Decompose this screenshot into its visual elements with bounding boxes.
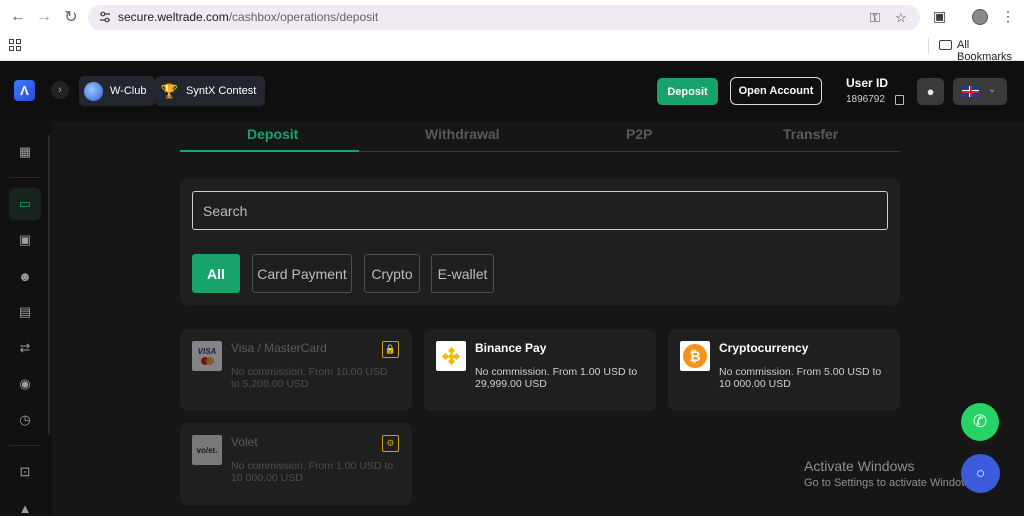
weltrade-logo[interactable]: Λ [14,80,35,101]
history-icon[interactable]: ◷ [9,404,41,436]
user-id-value: 1896792 [846,94,885,105]
lock-icon: 🔒 [382,341,399,358]
cards-icon[interactable]: ▤ [9,296,41,328]
gear-badge-icon: ⚙ [382,435,399,452]
method-description: No commission. From 10.00 USD to 5,200.0… [231,366,388,390]
apps-grid-icon[interactable] [9,39,21,51]
method-description: No commission. From 1.00 USD to 10 000.0… [231,460,394,484]
sidebar: ▦ ▭ ▣ ☻ ▤ ⇄ ◉ ◷ ⊡ ▲ [0,121,52,516]
all-bookmarks-link[interactable]: All Bookmarks [957,39,1024,63]
deposit-icon[interactable]: ▭ [9,188,41,220]
chevron-down-icon: ⌄ [988,84,997,95]
whatsapp-button[interactable]: ✆ [961,403,999,441]
partners-icon[interactable]: ☻ [9,260,41,292]
activate-windows-subtitle: Go to Settings to activate Windows. [804,477,978,489]
chat-support-button[interactable]: ○ [961,454,1000,493]
wclub-button[interactable]: W-Club [79,76,156,106]
binance-logo [436,341,466,371]
active-tab-indicator [180,150,359,152]
password-key-icon[interactable]: ⚿ [870,10,880,26]
method-title: Volet [231,435,258,449]
user-id-label: User ID [846,76,889,90]
whatsapp-icon: ✆ [972,412,988,431]
browser-toolbar: ← → ↻ secure.weltrade.com/cashbox/operat… [0,0,1024,34]
user-icon: ● [926,84,935,99]
activate-windows-title: Activate Windows [804,458,915,474]
method-card-binance-pay[interactable]: Binance Pay No commission. From 1.00 USD… [424,329,656,411]
bookmarks-separator [928,38,929,54]
method-description: No commission. From 5.00 USD to 10 000.0… [719,366,882,390]
bookmark-star-icon[interactable]: ☆ [895,10,907,26]
wclub-icon [84,81,103,101]
method-card-cryptocurrency[interactable]: ₿ Cryptocurrency No commission. From 5.0… [668,329,900,411]
tab-deposit[interactable]: Deposit [247,126,298,142]
dashboard-icon[interactable]: ▦ [9,136,41,168]
sidebar-divider [9,177,41,178]
app-header: Λ › W-Club 🏆 SyntX Contest Deposit Open … [0,61,1024,121]
method-card-visa-mastercard[interactable]: VISA Visa / MasterCard No commission. Fr… [180,329,412,411]
sidebar-divider [9,445,41,446]
wallet-icon[interactable]: ▣ [9,224,41,256]
back-arrow-icon[interactable]: ← [8,7,28,27]
sidebar-scrollbar[interactable] [48,135,50,435]
trophy-icon: 🏆 [160,82,179,99]
uk-flag-icon [962,86,979,97]
cashback-icon[interactable]: ◉ [9,368,41,400]
method-title: Visa / MasterCard [231,341,327,355]
url-host: secure.weltrade.com [118,10,229,24]
url-text: secure.weltrade.com/cashbox/operations/d… [118,10,378,24]
language-selector[interactable]: ⌄ [953,78,1007,105]
filter-all[interactable]: All [192,254,240,293]
method-title: Binance Pay [475,341,547,355]
address-bar[interactable]: secure.weltrade.com/cashbox/operations/d… [88,5,920,30]
method-title: Cryptocurrency [719,341,809,355]
wclub-label: W-Club [110,85,147,97]
syntx-contest-button[interactable]: 🏆 SyntX Contest [155,76,266,106]
tab-withdrawal[interactable]: Withdrawal [425,126,500,142]
volet-logo: vo/et. [192,435,222,465]
user-profile-button[interactable]: ● [917,78,944,105]
open-account-button[interactable]: Open Account [730,77,822,105]
transfer-icon[interactable]: ⇄ [9,332,41,364]
tab-p2p[interactable]: P2P [626,126,652,142]
method-description: No commission. From 1.00 USD to 29,999.0… [475,366,638,390]
bitcoin-logo: ₿ [680,341,710,371]
filter-crypto[interactable]: Crypto [364,254,420,293]
filter-e-wallet[interactable]: E-wallet [431,254,494,293]
site-info-icon[interactable] [98,10,112,24]
url-path: /cashbox/operations/deposit [228,10,379,24]
profile-avatar[interactable] [972,9,988,25]
reload-icon[interactable]: ↻ [61,7,81,27]
visa-mastercard-logo: VISA [192,341,222,371]
chat-icon: ○ [975,465,986,482]
search-input[interactable] [192,191,888,230]
filter-panel: All Card Payment Crypto E-wallet [180,179,900,305]
chart-icon[interactable]: ▲ [9,492,41,516]
browser-menu-icon[interactable]: ⋮ [1001,8,1015,25]
folder-icon[interactable] [939,40,952,50]
tab-transfer[interactable]: Transfer [783,126,838,142]
method-card-volet[interactable]: vo/et. Volet No commission. From 1.00 US… [180,423,412,505]
terminal-icon[interactable]: ⊡ [9,456,41,488]
bookmarks-bar: All Bookmarks [0,34,1024,63]
contest-label: SyntX Contest [186,85,257,97]
forward-arrow-icon[interactable]: → [34,7,54,27]
copy-icon[interactable] [895,95,904,105]
extensions-puzzle-icon[interactable]: ▣ [933,8,946,25]
filter-card-payment[interactable]: Card Payment [252,254,352,293]
deposit-button[interactable]: Deposit [657,78,718,105]
chevron-right-icon[interactable]: › [51,81,69,99]
